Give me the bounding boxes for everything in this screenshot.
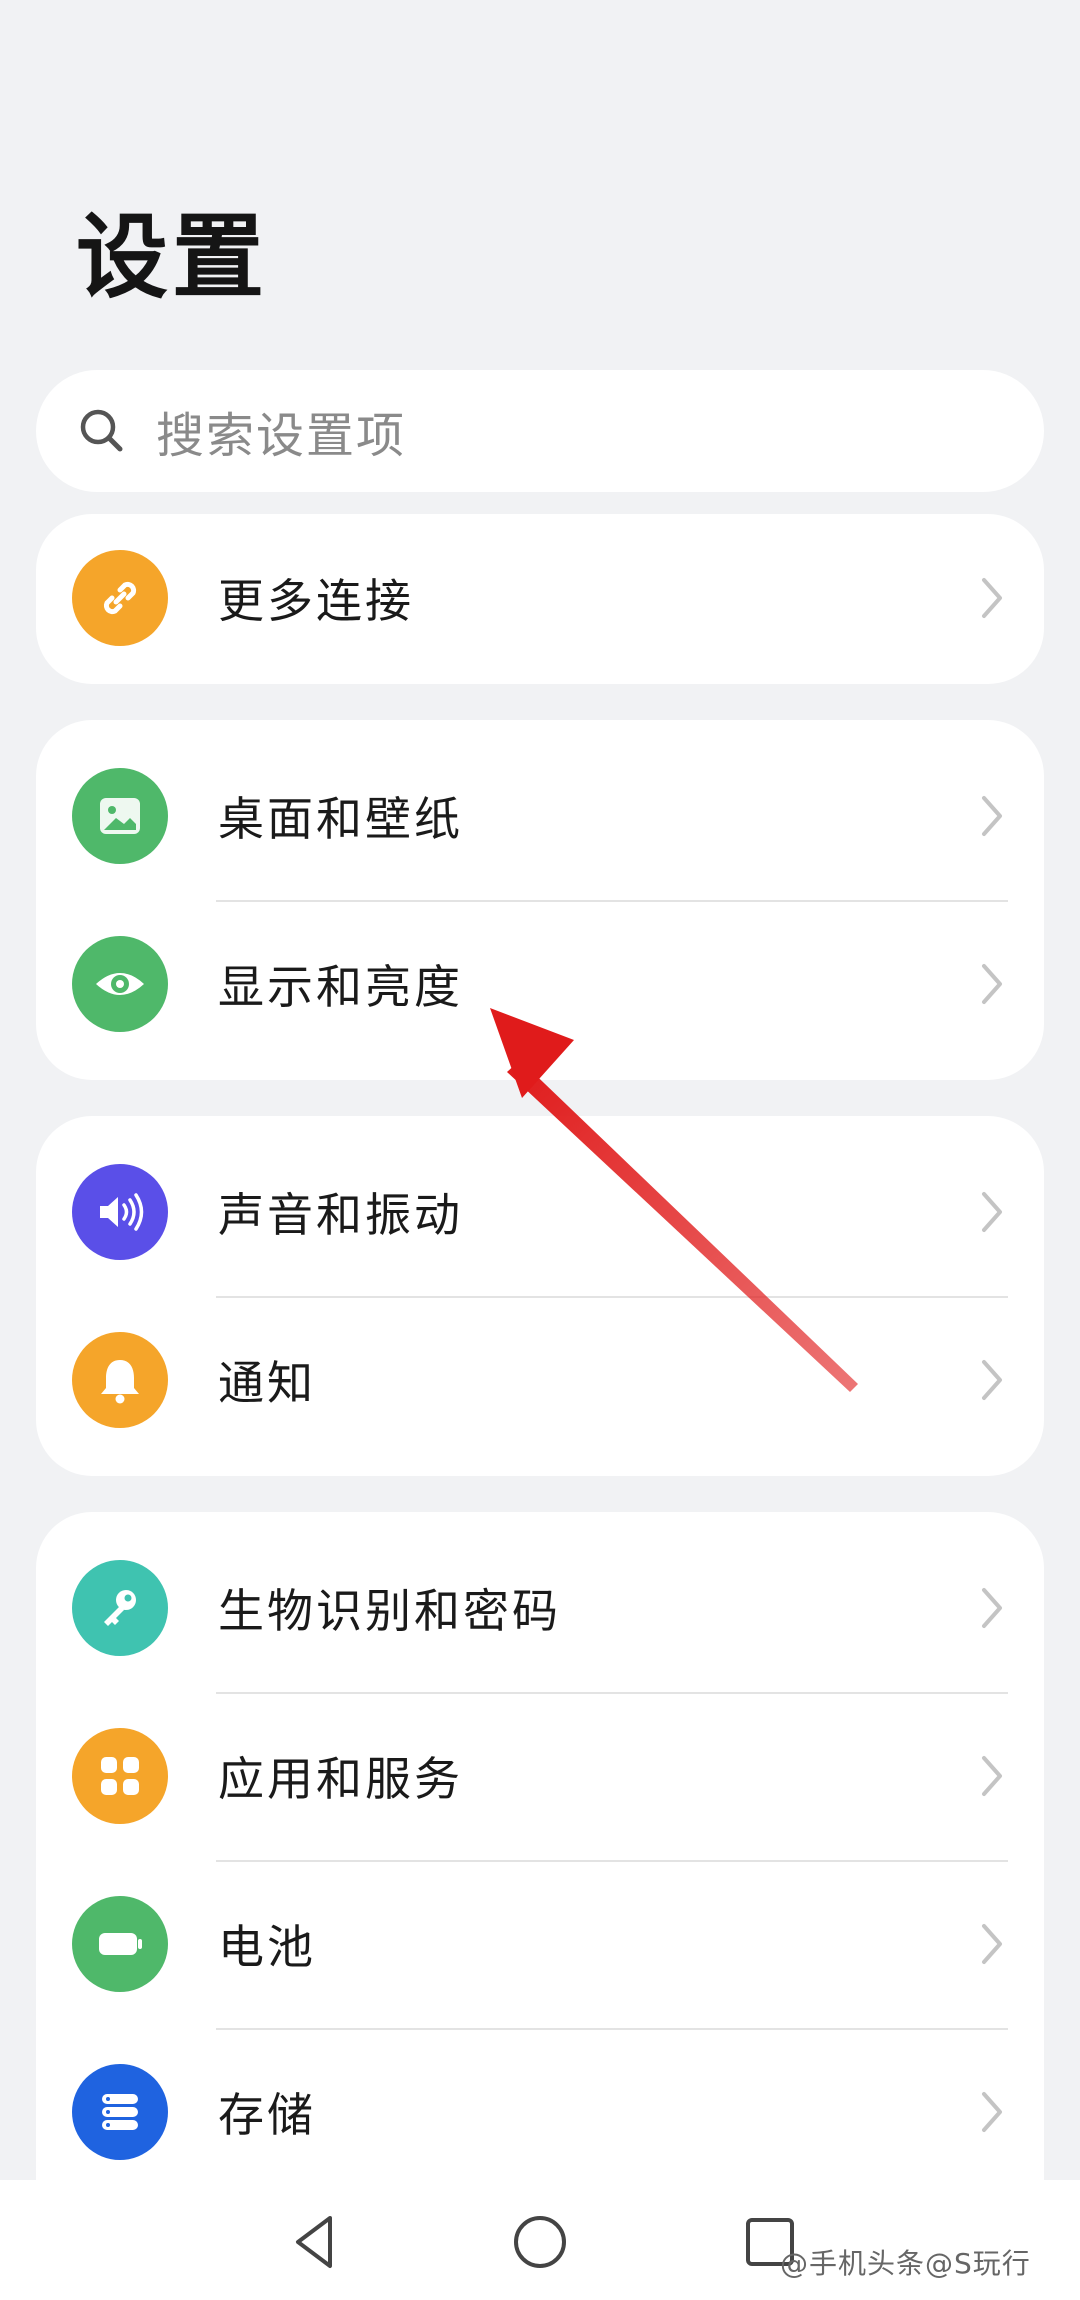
setting-label: 通知	[218, 1356, 316, 1410]
setting-row-battery[interactable]: 电池	[36, 1860, 1044, 2028]
image-icon	[72, 768, 168, 864]
chevron-right-icon	[982, 1588, 1002, 1628]
setting-row-storage[interactable]: 存储	[36, 2028, 1044, 2196]
setting-row-desktop-wallpaper[interactable]: 桌面和壁纸	[36, 732, 1044, 900]
setting-row-display-brightness[interactable]: 显示和亮度	[36, 900, 1044, 1068]
chevron-right-icon	[982, 1924, 1002, 1964]
chevron-right-icon	[982, 1192, 1002, 1232]
system-navigation-bar	[0, 2180, 1080, 2300]
eye-icon	[72, 936, 168, 1032]
settings-group-sound-notifications: 声音和振动 通知	[36, 1116, 1044, 1476]
setting-row-more-connections[interactable]: 更多连接	[36, 514, 1044, 682]
key-icon	[72, 1560, 168, 1656]
setting-label: 电池	[218, 1920, 316, 1974]
setting-label: 生物识别和密码	[218, 1584, 561, 1638]
chevron-right-icon	[982, 1756, 1002, 1796]
apps-grid-icon	[72, 1728, 168, 1824]
setting-row-sound-vibration[interactable]: 声音和振动	[36, 1128, 1044, 1296]
chevron-right-icon	[982, 964, 1002, 1004]
setting-row-biometrics-password[interactable]: 生物识别和密码	[36, 1524, 1044, 1692]
battery-icon	[72, 1896, 168, 1992]
chevron-right-icon	[982, 578, 1002, 618]
link-icon	[72, 550, 168, 646]
chevron-right-icon	[982, 1360, 1002, 1400]
bell-icon	[72, 1332, 168, 1428]
home-icon[interactable]	[508, 2210, 572, 2274]
settings-group-connectivity: 更多连接	[36, 514, 1044, 684]
search-placeholder: 搜索设置项	[156, 408, 407, 464]
search-input[interactable]: 搜索设置项	[36, 370, 1044, 492]
back-icon[interactable]	[284, 2210, 348, 2274]
chevron-right-icon	[982, 796, 1002, 836]
setting-label: 存储	[218, 2088, 316, 2142]
chevron-right-icon	[982, 2092, 1002, 2132]
settings-group-system: 生物识别和密码 应用和服务 电池 存储	[36, 1512, 1044, 2232]
watermark: @手机头条@S玩行	[780, 2247, 1031, 2280]
setting-label: 桌面和壁纸	[218, 792, 463, 846]
settings-group-display: 桌面和壁纸 显示和亮度	[36, 720, 1044, 1080]
speaker-icon	[72, 1164, 168, 1260]
setting-label: 声音和振动	[218, 1188, 463, 1242]
setting-label: 更多连接	[218, 574, 414, 628]
setting-label: 应用和服务	[218, 1752, 463, 1806]
storage-icon	[72, 2064, 168, 2160]
setting-row-notifications[interactable]: 通知	[36, 1296, 1044, 1464]
setting-label: 显示和亮度	[218, 960, 463, 1014]
page-title: 设置	[76, 204, 269, 311]
search-icon	[80, 409, 123, 452]
setting-row-apps-services[interactable]: 应用和服务	[36, 1692, 1044, 1860]
